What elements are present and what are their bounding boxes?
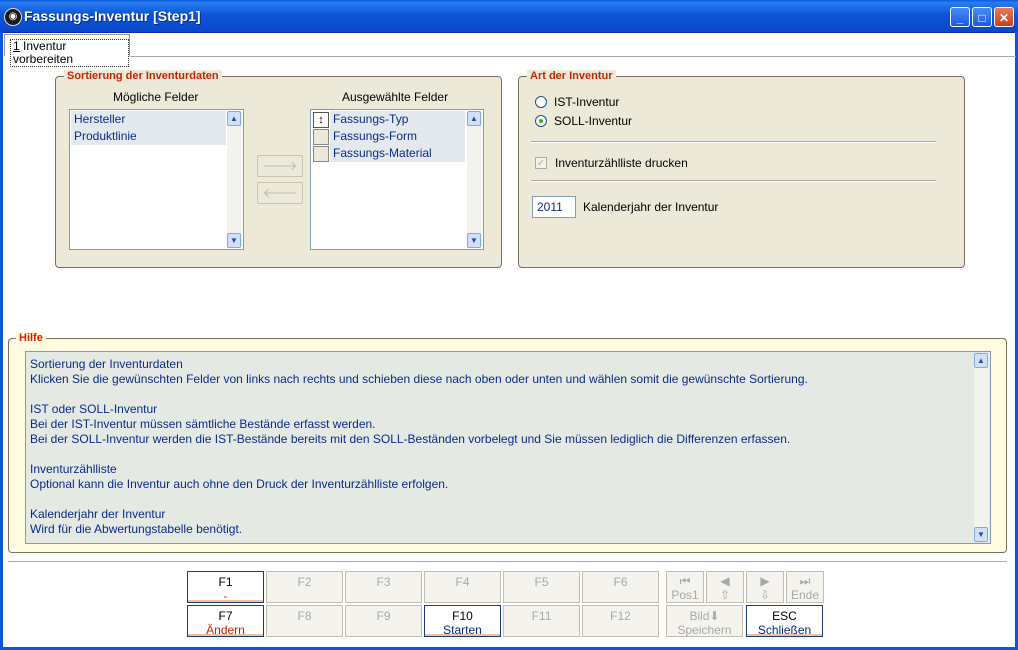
help-line: Bei der SOLL-Inventur werden die IST-Bes…: [30, 432, 791, 446]
list-item[interactable]: Fassungs-Material: [330, 145, 465, 162]
bottom-divider: [8, 561, 1007, 562]
f12-button[interactable]: F12: [582, 605, 659, 637]
possible-fields-header: Mögliche Felder: [113, 90, 199, 104]
soll-inventur-radio[interactable]: [535, 115, 547, 127]
help-line: Sortierung der Inventurdaten: [30, 357, 183, 371]
selected-fields-list[interactable]: ↕ Fassungs-Typ Fassungs-Form Fassungs-Ma…: [310, 109, 484, 250]
scroll-up-icon[interactable]: ▲: [974, 353, 988, 368]
move-right-button[interactable]: 🡒: [257, 155, 303, 177]
skip-first-icon: ⏮: [679, 574, 691, 588]
scroll-down-icon[interactable]: ▼: [467, 233, 481, 248]
help-line: Wird für die Abwertungstabelle benötigt.: [30, 522, 243, 536]
inventory-type-legend: Art der Inventur: [527, 70, 616, 82]
f8-button[interactable]: F8: [266, 605, 343, 637]
prev-icon: ◀: [720, 574, 730, 588]
help-legend: Hilfe: [16, 332, 46, 344]
f2-button[interactable]: F2: [266, 571, 343, 603]
scroll-down-icon[interactable]: ▼: [227, 233, 241, 248]
tab-inventur-vorbereiten[interactable]: 1 Inventur vorbereiten: [4, 34, 130, 67]
year-label: Kalenderjahr der Inventur: [583, 200, 719, 214]
save-button[interactable]: Bild⬇ Speichern: [666, 605, 743, 637]
f6-button[interactable]: F6: [582, 571, 659, 603]
maximize-button[interactable]: □: [972, 7, 992, 27]
f11-button[interactable]: F11: [503, 605, 580, 637]
help-line: Bei der IST-Inventur müssen sämtliche Be…: [30, 417, 376, 431]
year-input[interactable]: 2011: [532, 196, 576, 218]
soll-inventur-label: SOLL-Inventur: [554, 114, 633, 128]
next-icon: ▶: [760, 574, 770, 588]
app-icon[interactable]: ◉: [4, 8, 22, 26]
list-item[interactable]: Fassungs-Form: [330, 128, 465, 145]
window-title: Fassungs-Inventur [Step1]: [24, 8, 201, 24]
pos1-button[interactable]: ⏮ Pos1: [666, 571, 704, 603]
page-down-icon: ⬇: [709, 609, 720, 623]
scroll-down-icon[interactable]: ▼: [974, 527, 988, 542]
help-scrollbar[interactable]: ▲ ▼: [974, 353, 989, 542]
possible-fields-scrollbar[interactable]: ▲ ▼: [227, 111, 242, 248]
up-arrow-icon: ⇧: [719, 588, 731, 602]
down-arrow-icon: ⇩: [759, 588, 771, 602]
help-line: Kalenderjahr der Inventur: [30, 507, 166, 521]
print-list-checkbox[interactable]: ✓: [535, 157, 547, 169]
tab-label: 1 Inventur vorbereiten: [10, 39, 129, 67]
divider: [531, 180, 936, 182]
ist-inventur-label: IST-Inventur: [554, 95, 620, 109]
esc-close-button[interactable]: ESC Schließen: [746, 605, 823, 637]
list-item[interactable]: Produktlinie: [71, 128, 226, 145]
help-line: Klicken Sie die gewünschten Felder von l…: [30, 372, 808, 386]
close-button[interactable]: ✕: [994, 7, 1014, 27]
skip-last-icon: ⏭: [799, 574, 811, 588]
scroll-up-icon[interactable]: ▲: [227, 111, 241, 126]
sort-group-legend: Sortierung der Inventurdaten: [64, 70, 222, 82]
help-line: Inventurzählliste: [30, 462, 117, 476]
tab-divider: [130, 56, 1016, 57]
divider: [531, 141, 936, 143]
move-left-button[interactable]: 🡐: [257, 182, 303, 204]
f9-button[interactable]: F9: [345, 605, 422, 637]
print-list-label: Inventurzählliste drucken: [555, 156, 688, 170]
scroll-up-icon[interactable]: ▲: [467, 111, 481, 126]
previous-button[interactable]: ◀ ⇧: [706, 571, 744, 603]
minimize-button[interactable]: _: [950, 7, 970, 27]
ist-inventur-radio[interactable]: [535, 96, 547, 108]
arrow-right-icon: 🡒: [262, 158, 298, 173]
f3-button[interactable]: F3: [345, 571, 422, 603]
arrow-left-icon: 🡐: [262, 185, 298, 200]
drag-handle-slot[interactable]: [313, 146, 329, 162]
drag-handle-icon[interactable]: ↕: [313, 112, 329, 128]
help-line: Optional kann die Inventur auch ohne den…: [30, 477, 449, 491]
f7-change-button[interactable]: F7 Ändern: [187, 605, 264, 637]
drag-handle-slot[interactable]: [313, 129, 329, 145]
f10-start-button[interactable]: F10 Starten: [424, 605, 501, 637]
ende-button[interactable]: ⏭ Ende: [786, 571, 824, 603]
f5-button[interactable]: F5: [503, 571, 580, 603]
list-item[interactable]: Hersteller: [71, 111, 226, 128]
selected-fields-scrollbar[interactable]: ▲ ▼: [467, 111, 482, 248]
f1-button[interactable]: F1-: [187, 571, 264, 603]
window-frame-left: [0, 32, 3, 650]
help-line: IST oder SOLL-Inventur: [30, 402, 158, 416]
f4-button[interactable]: F4: [424, 571, 501, 603]
list-item[interactable]: Fassungs-Typ: [330, 111, 465, 128]
possible-fields-list[interactable]: Hersteller Produktlinie ▲ ▼: [69, 109, 244, 250]
selected-fields-header: Ausgewählte Felder: [342, 90, 449, 104]
next-button[interactable]: ▶ ⇩: [746, 571, 784, 603]
